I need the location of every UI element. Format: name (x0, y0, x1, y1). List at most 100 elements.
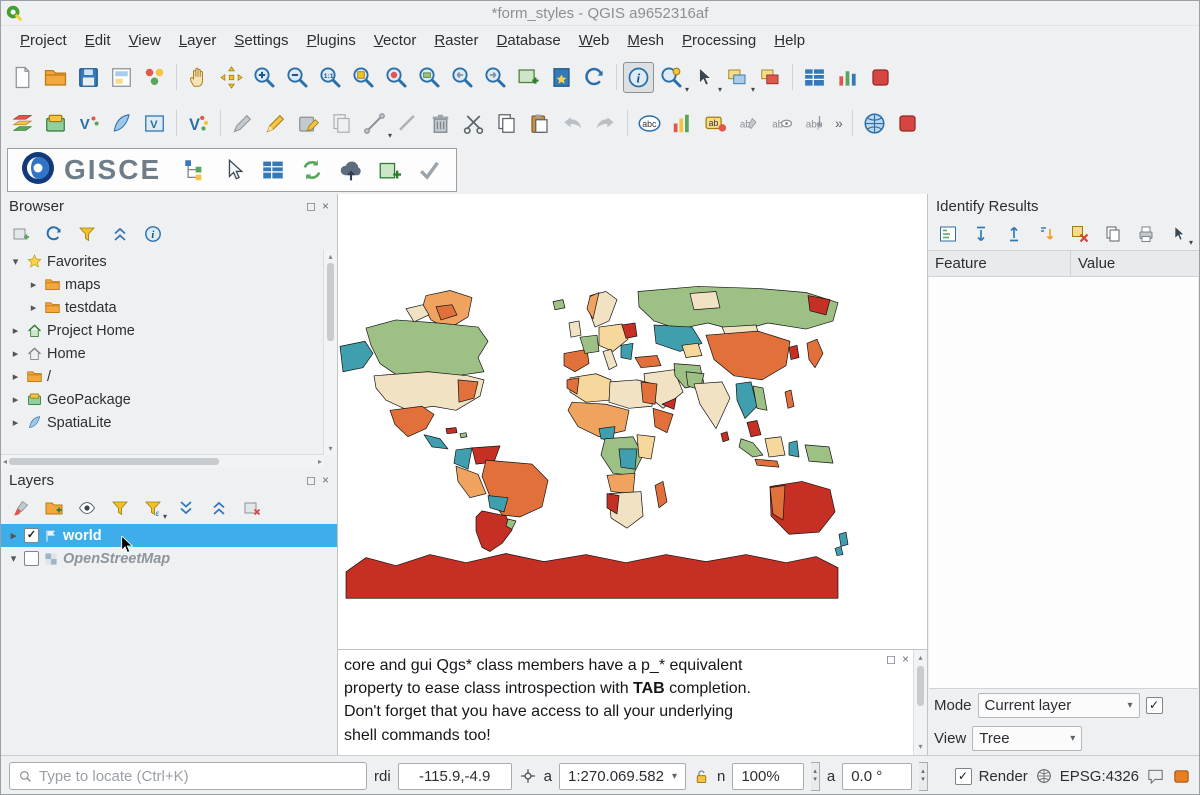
chevrons-down-button[interactable] (174, 496, 198, 520)
panel-window-controls[interactable]: ◻× (306, 199, 329, 213)
refresh-button[interactable] (579, 62, 610, 93)
funnel-button[interactable] (108, 496, 132, 520)
copy-gray-button[interactable] (326, 108, 357, 139)
save-button[interactable] (73, 62, 104, 93)
console-scrollbar[interactable]: ▴ ▾ (913, 650, 927, 755)
label-ab-button[interactable]: ab (700, 108, 731, 139)
edits-gray-button[interactable] (227, 108, 258, 139)
zoom-in-button[interactable] (249, 62, 280, 93)
select-button[interactable]: ▾ (689, 62, 720, 93)
menu-edit[interactable]: Edit (76, 29, 120, 52)
browser-item-spatialite[interactable]: ▸SpatiaLite (1, 411, 324, 434)
save-edits-button[interactable] (293, 108, 324, 139)
add-layer-button[interactable] (9, 222, 33, 246)
expander-icon[interactable]: ▾ (7, 552, 20, 565)
magnifier-spinner[interactable]: ▴▾ (811, 762, 820, 791)
deselect-button[interactable] (755, 62, 786, 93)
layer-item-openstreetmap[interactable]: ▾OpenStreetMap (1, 547, 337, 570)
zoom-last-button[interactable] (447, 62, 478, 93)
file-new-button[interactable] (7, 62, 38, 93)
menu-view[interactable]: View (120, 29, 170, 52)
label-chart-button[interactable] (667, 108, 698, 139)
vpoint-button[interactable]: V (183, 108, 214, 139)
expand-blue-button[interactable] (969, 222, 993, 246)
form-tree-button[interactable] (936, 222, 960, 246)
red-plug-button[interactable] (892, 108, 923, 139)
browser-item--[interactable]: ▸/ (1, 365, 324, 388)
expander-icon[interactable]: ▸ (9, 393, 22, 406)
layer-visibility-checkbox[interactable]: ✓ (24, 528, 39, 543)
paste-button[interactable] (524, 108, 555, 139)
sync-button[interactable] (296, 155, 327, 186)
zoom-next-button[interactable] (480, 62, 511, 93)
scroll-up-icon[interactable]: ▴ (326, 250, 334, 263)
measure-button[interactable]: ▾ (656, 62, 687, 93)
expander-icon[interactable]: ▸ (9, 416, 22, 429)
label-pin-button[interactable]: ab (733, 108, 764, 139)
browser-item-project-home[interactable]: ▸Project Home (1, 319, 324, 342)
menu-mesh[interactable]: Mesh (618, 29, 673, 52)
scroll-down-icon[interactable]: ▾ (916, 739, 924, 755)
scroll-down-icon[interactable]: ▾ (326, 442, 334, 455)
folder-open-button[interactable] (40, 62, 71, 93)
python-console[interactable]: ◻× core and gui Qgs* class members have … (338, 649, 927, 755)
stats-button[interactable] (832, 62, 863, 93)
trash-button[interactable] (425, 108, 456, 139)
zoom-out-button[interactable] (282, 62, 313, 93)
scissors-button[interactable] (458, 108, 489, 139)
bookmark-button[interactable] (546, 62, 577, 93)
zoom-native-button[interactable]: 1:1 (315, 62, 346, 93)
zoom-sel-button[interactable] (381, 62, 412, 93)
menu-web[interactable]: Web (570, 29, 619, 52)
expander-icon[interactable]: ▸ (9, 370, 22, 383)
zoom-full-button[interactable] (348, 62, 379, 93)
zoom-layer-button[interactable] (414, 62, 445, 93)
select-dd-button[interactable]: ▾ (1167, 222, 1191, 246)
browser-vscrollbar[interactable]: ▴ ▾ (323, 250, 337, 455)
slash-gray-button[interactable] (392, 108, 423, 139)
scroll-thumb[interactable] (327, 263, 334, 341)
box-plus-button[interactable] (374, 155, 405, 186)
clear-yellow-button[interactable] (1068, 222, 1092, 246)
browser-item-maps[interactable]: ▸maps (1, 273, 324, 296)
identify-auto-open-checkbox[interactable]: ✓ (1146, 697, 1163, 714)
messages-bubble-icon[interactable] (1146, 767, 1165, 786)
folder-plus-button[interactable] (42, 496, 66, 520)
scroll-thumb[interactable] (917, 666, 924, 706)
panel-window-controls[interactable]: ◻× (306, 473, 329, 487)
layer-item-world[interactable]: ▸✓world (1, 524, 337, 547)
browser-hscrollbar[interactable]: ◂ ▸ (1, 454, 324, 468)
table-blue-button[interactable] (799, 62, 830, 93)
style-button[interactable] (139, 62, 170, 93)
identify-button[interactable]: i (623, 62, 654, 93)
label-abc-button[interactable]: abc (634, 108, 665, 139)
globe-button[interactable] (859, 108, 890, 139)
extents-toggle-button[interactable] (519, 767, 537, 785)
browser-item-geopackage[interactable]: ▸GeoPackage (1, 388, 324, 411)
cloud-up-button[interactable] (335, 155, 366, 186)
box-remove-button[interactable] (240, 496, 264, 520)
scroll-thumb[interactable] (9, 458, 219, 465)
menu-raster[interactable]: Raster (425, 29, 487, 52)
label-eye-button[interactable]: ab (766, 108, 797, 139)
label-abp-button[interactable]: abp (799, 108, 830, 139)
datasource-button[interactable] (7, 108, 38, 139)
browser-item-home[interactable]: ▸Home (1, 342, 324, 365)
rotation-spinner[interactable]: ▴▾ (919, 762, 928, 791)
layer-visibility-checkbox[interactable] (24, 551, 39, 566)
menu-processing[interactable]: Processing (673, 29, 765, 52)
layout-button[interactable] (106, 62, 137, 93)
check-gray-button[interactable] (413, 155, 444, 186)
menu-project[interactable]: Project (11, 29, 76, 52)
pointer-button[interactable] (218, 155, 249, 186)
hand-button[interactable] (183, 62, 214, 93)
expander-icon[interactable]: ▸ (7, 529, 20, 542)
scroll-up-icon[interactable]: ▴ (916, 650, 924, 666)
pan-arrows-button[interactable] (216, 62, 247, 93)
toolbar-overflow-icon[interactable]: » (835, 115, 843, 131)
locate-input[interactable]: Type to locate (Ctrl+K) (9, 762, 367, 790)
printer-button[interactable] (1134, 222, 1158, 246)
scroll-left-icon[interactable]: ◂ (1, 455, 9, 468)
pencil-button[interactable] (260, 108, 291, 139)
console-window-controls[interactable]: ◻× (886, 651, 909, 668)
